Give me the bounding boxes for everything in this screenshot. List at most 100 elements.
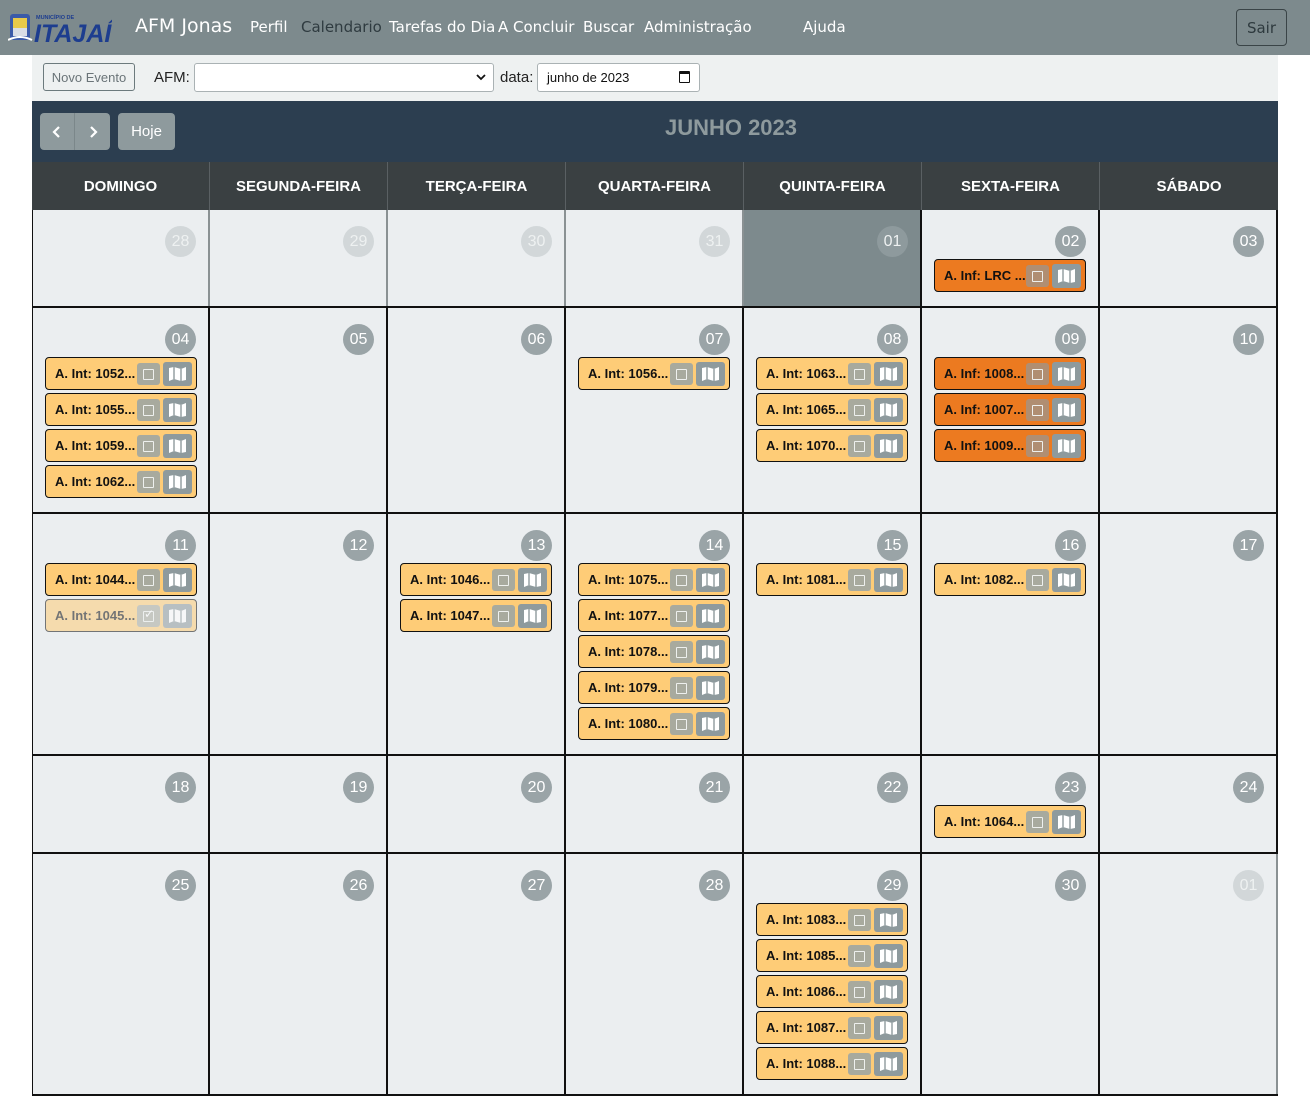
event-inf[interactable]: A. Inf: 1008... bbox=[934, 357, 1086, 390]
day-number[interactable]: 24 bbox=[1233, 772, 1264, 803]
map-icon[interactable] bbox=[874, 980, 903, 1004]
day-cell[interactable]: 07 A. Int: 1056... bbox=[566, 308, 744, 512]
calendar-icon[interactable] bbox=[679, 71, 690, 83]
checkbox-icon[interactable] bbox=[492, 605, 515, 627]
checkbox-icon[interactable] bbox=[670, 713, 693, 735]
day-cell[interactable]: 29 A. Int: 1083... A. Int: 1085... A. Int: … bbox=[744, 854, 922, 1094]
day-cell[interactable]: 04 A. Int: 1052... A. Int: 1055... A. Int: … bbox=[32, 308, 210, 512]
checkbox-icon[interactable] bbox=[848, 909, 871, 931]
checkbox-icon[interactable] bbox=[1026, 811, 1049, 833]
event-int[interactable]: A. Int: 1085... bbox=[756, 939, 908, 972]
checkbox-icon[interactable] bbox=[1026, 435, 1049, 457]
nav-ajuda[interactable]: Ajuda bbox=[803, 18, 846, 36]
day-cell[interactable]: 01 bbox=[744, 210, 922, 306]
day-number[interactable]: 17 bbox=[1233, 530, 1264, 561]
nav-perfil[interactable]: Perfil bbox=[250, 18, 288, 36]
day-number[interactable]: 11 bbox=[165, 530, 196, 561]
event-inf[interactable]: A. Inf: LRC ... bbox=[934, 259, 1086, 292]
event-label[interactable]: A. Int: 1078... bbox=[588, 644, 668, 659]
checkbox-icon[interactable] bbox=[1026, 363, 1049, 385]
checkbox-icon[interactable] bbox=[848, 945, 871, 967]
checkbox-icon[interactable] bbox=[137, 435, 160, 457]
day-number[interactable]: 06 bbox=[521, 324, 552, 355]
checkbox-icon[interactable] bbox=[137, 471, 160, 493]
checkbox-icon[interactable] bbox=[137, 363, 160, 385]
event-int[interactable]: A. Int: 1070... bbox=[756, 429, 908, 462]
day-number[interactable]: 21 bbox=[699, 772, 730, 803]
map-icon[interactable] bbox=[1052, 362, 1081, 386]
event-int[interactable]: A. Int: 1055... bbox=[45, 393, 197, 426]
day-number[interactable]: 02 bbox=[1055, 226, 1086, 257]
event-inf[interactable]: A. Inf: 1009... bbox=[934, 429, 1086, 462]
event-label[interactable]: A. Int: 1063... bbox=[766, 366, 846, 381]
event-label[interactable]: A. Int: 1075... bbox=[588, 572, 668, 587]
checkbox-icon[interactable] bbox=[848, 981, 871, 1003]
day-number[interactable]: 29 bbox=[343, 226, 374, 257]
day-cell[interactable]: 26 bbox=[210, 854, 388, 1094]
event-label[interactable]: A. Int: 1077... bbox=[588, 608, 668, 623]
map-icon[interactable] bbox=[874, 434, 903, 458]
day-cell[interactable]: 28 bbox=[566, 854, 744, 1094]
event-label[interactable]: A. Int: 1086... bbox=[766, 984, 846, 999]
event-int[interactable]: A. Int: 1077... bbox=[578, 599, 730, 632]
checkbox-icon[interactable] bbox=[670, 641, 693, 663]
event-int[interactable]: A. Int: 1083... bbox=[756, 903, 908, 936]
day-cell[interactable]: 03 bbox=[1100, 210, 1278, 306]
checkbox-icon[interactable] bbox=[670, 569, 693, 591]
checkbox-icon[interactable] bbox=[848, 363, 871, 385]
itajai-logo[interactable]: MUNICÍPIO DE ITAJAÍ bbox=[8, 10, 112, 44]
day-number[interactable]: 12 bbox=[343, 530, 374, 561]
day-cell[interactable]: 21 bbox=[566, 756, 744, 852]
day-cell[interactable]: 28 bbox=[32, 210, 210, 306]
map-icon[interactable] bbox=[874, 944, 903, 968]
nav-a-concluir[interactable]: A Concluir bbox=[498, 18, 574, 36]
map-icon[interactable] bbox=[874, 398, 903, 422]
day-cell[interactable]: 17 bbox=[1100, 514, 1278, 754]
day-cell[interactable]: 14 A. Int: 1075... A. Int: 1077... A. Int: … bbox=[566, 514, 744, 754]
day-number[interactable]: 04 bbox=[165, 324, 196, 355]
event-label[interactable]: A. Int: 1087... bbox=[766, 1020, 846, 1035]
event-label[interactable]: A. Int: 1045... bbox=[55, 608, 135, 623]
day-number[interactable]: 16 bbox=[1055, 530, 1086, 561]
nav-calendario[interactable]: Calendario bbox=[301, 18, 382, 36]
day-number[interactable]: 01 bbox=[1233, 870, 1264, 901]
event-int[interactable]: A. Int: 1062... bbox=[45, 465, 197, 498]
event-label[interactable]: A. Int: 1047... bbox=[410, 608, 490, 623]
checkbox-icon[interactable] bbox=[137, 569, 160, 591]
event-label[interactable]: A. Int: 1052... bbox=[55, 366, 135, 381]
day-number[interactable]: 23 bbox=[1055, 772, 1086, 803]
event-int[interactable]: A. Int: 1082... bbox=[934, 563, 1086, 596]
nav-tarefas-do-dia[interactable]: Tarefas do Dia bbox=[389, 18, 495, 36]
event-int[interactable]: A. Int: 1065... bbox=[756, 393, 908, 426]
checkbox-icon[interactable] bbox=[1026, 399, 1049, 421]
map-icon[interactable] bbox=[696, 362, 725, 386]
map-icon[interactable] bbox=[696, 604, 725, 628]
map-icon[interactable] bbox=[696, 640, 725, 664]
map-icon[interactable] bbox=[518, 568, 547, 592]
event-int[interactable]: A. Int: 1056... bbox=[578, 357, 730, 390]
event-int[interactable]: A. Int: 1044... bbox=[45, 563, 197, 596]
day-number[interactable]: 03 bbox=[1233, 226, 1264, 257]
event-label[interactable]: A. Int: 1059... bbox=[55, 438, 135, 453]
day-number[interactable]: 08 bbox=[877, 324, 908, 355]
afm-select[interactable] bbox=[194, 63, 494, 92]
event-label[interactable]: A. Int: 1082... bbox=[944, 572, 1024, 587]
event-label[interactable]: A. Int: 1064... bbox=[944, 814, 1024, 829]
checkbox-icon[interactable] bbox=[1026, 569, 1049, 591]
day-cell[interactable]: 06 bbox=[388, 308, 566, 512]
map-icon[interactable] bbox=[874, 568, 903, 592]
day-cell[interactable]: 10 bbox=[1100, 308, 1278, 512]
day-cell[interactable]: 29 bbox=[210, 210, 388, 306]
map-icon[interactable] bbox=[163, 398, 192, 422]
event-label[interactable]: A. Inf: 1008... bbox=[944, 366, 1024, 381]
checkbox-icon[interactable] bbox=[670, 677, 693, 699]
map-icon[interactable] bbox=[1052, 264, 1081, 288]
map-icon[interactable] bbox=[1052, 810, 1081, 834]
map-icon[interactable] bbox=[163, 434, 192, 458]
map-icon[interactable] bbox=[163, 604, 192, 628]
day-cell[interactable]: 01 bbox=[1100, 854, 1278, 1094]
day-number[interactable]: 14 bbox=[699, 530, 730, 561]
day-number[interactable]: 30 bbox=[521, 226, 552, 257]
checkbox-icon[interactable] bbox=[670, 605, 693, 627]
logout-button[interactable]: Sair bbox=[1236, 9, 1287, 46]
